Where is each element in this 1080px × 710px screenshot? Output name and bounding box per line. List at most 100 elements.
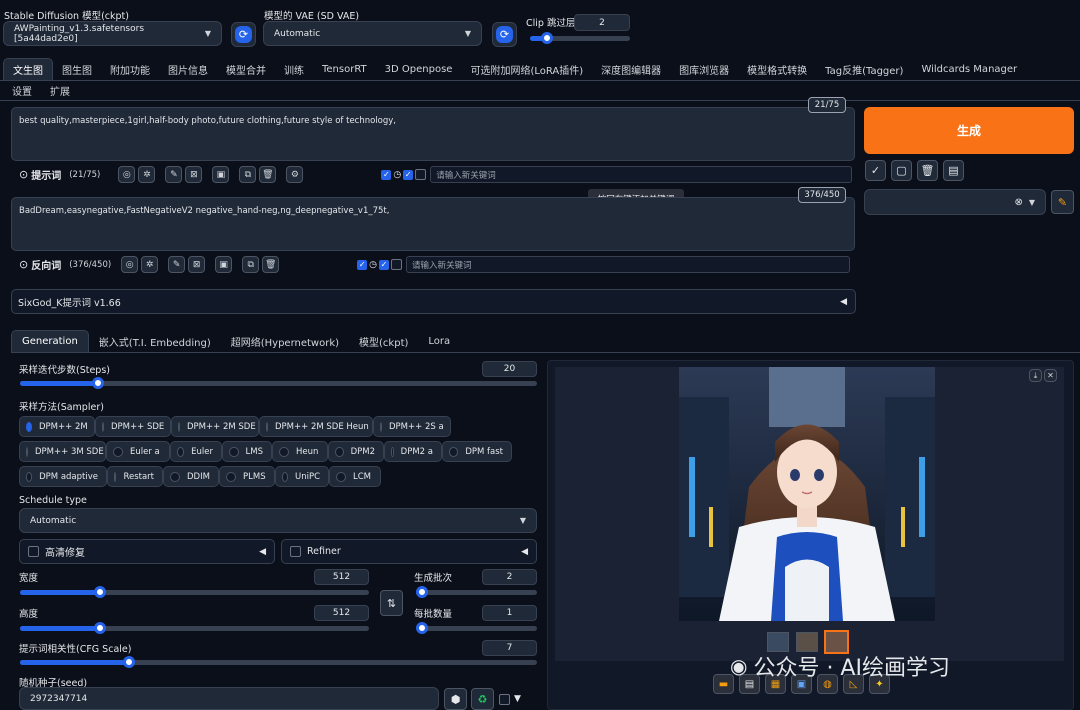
edit-icon[interactable]: ✎ [168, 256, 186, 273]
slider-handle[interactable] [541, 32, 553, 44]
seed-input[interactable]: 2972347714 [19, 687, 439, 710]
sampler-option[interactable]: Restart [107, 466, 163, 487]
globe-icon[interactable]: ◎ [121, 256, 139, 273]
refresh-vae-button[interactable]: ⟳ [492, 22, 517, 47]
negative-prompt-textarea[interactable]: BadDream,easynegative,FastNegativeV2 neg… [11, 197, 855, 251]
steps-slider[interactable] [20, 377, 537, 389]
sampler-option[interactable]: UniPC [275, 466, 329, 487]
sampler-option[interactable]: LMS [222, 441, 272, 462]
sampler-option[interactable]: DDIM [163, 466, 219, 487]
sixgod-accordion[interactable]: SixGod_K提示词 v1.66 ◀ [11, 289, 856, 314]
copy-icon[interactable]: ⧉ [239, 166, 257, 183]
sampler-option[interactable]: DPM++ 2M SDE [171, 416, 259, 437]
bookmark-icon[interactable]: ⊠ [185, 166, 203, 183]
prompt-textarea[interactable]: best quality,masterpiece,1girl,half-body… [11, 107, 855, 161]
checkbox[interactable] [391, 259, 403, 270]
sampler-option[interactable]: DPM fast [442, 441, 512, 462]
trash-icon[interactable]: 🗑 [259, 166, 277, 183]
vae-dropdown[interactable]: Automatic ▼ [263, 21, 482, 46]
schedule-dropdown[interactable]: Automatic ▼ [19, 508, 537, 533]
subtab-3[interactable]: 模型(ckpt) [349, 330, 418, 352]
tab-0[interactable]: 文生图 [3, 58, 53, 80]
extra-seed-checkbox[interactable] [499, 694, 510, 708]
gear-icon[interactable]: ✲ [138, 166, 156, 183]
copy-icon[interactable]: ⧉ [242, 256, 260, 273]
sampler-option[interactable]: Euler a [106, 441, 170, 462]
sampler-option[interactable]: LCM [329, 466, 381, 487]
slider-handle[interactable] [416, 586, 428, 598]
image-icon[interactable]: ▣ [212, 166, 230, 183]
height-slider[interactable] [20, 622, 369, 634]
refiner-checkbox[interactable] [290, 546, 301, 557]
trash-icon[interactable]: 🗑 [917, 160, 938, 181]
tab-12[interactable]: Tag反推(Tagger) [816, 58, 912, 80]
tab-3[interactable]: 图片信息 [159, 58, 217, 80]
tab-4[interactable]: 模型合并 [217, 58, 275, 80]
close-icon[interactable]: ✕ [1044, 369, 1057, 382]
tab-row2-1[interactable]: 扩展 [41, 80, 79, 100]
subtab-4[interactable]: Lora [418, 330, 460, 352]
slider-handle[interactable] [416, 622, 428, 634]
swap-dimensions-icon[interactable]: ⇅ [380, 590, 403, 616]
tab-2[interactable]: 附加功能 [101, 58, 159, 80]
batch-count-value[interactable]: 2 [482, 569, 537, 585]
generate-button[interactable]: 生成 [864, 107, 1074, 154]
sampler-option[interactable]: DPM++ 2S a [373, 416, 451, 437]
batch-size-slider[interactable] [416, 622, 537, 634]
trash-icon[interactable]: 🗑 [262, 256, 280, 273]
keyword-input[interactable]: 请输入新关键词 [430, 166, 853, 183]
bookmark-icon[interactable]: ⊠ [188, 256, 206, 273]
thumbnail-grid[interactable] [767, 632, 789, 652]
sampler-option[interactable]: Heun [272, 441, 328, 462]
sampler-option[interactable]: Euler [170, 441, 222, 462]
tab-7[interactable]: 3D Openpose [376, 58, 462, 80]
checkbox-checked[interactable]: ✓ [403, 169, 414, 180]
thumbnail-1[interactable] [796, 632, 818, 652]
keyword-input[interactable]: 请输入新关键词 [406, 256, 851, 273]
tab-5[interactable]: 训练 [275, 58, 313, 80]
sampler-option[interactable]: DPM++ 2M SDE Heun [259, 416, 373, 437]
dice-icon[interactable]: ⬢ [444, 688, 467, 710]
check-icon[interactable]: ✓ [865, 160, 886, 181]
gear-icon[interactable]: ✲ [141, 256, 159, 273]
clip-skip-slider[interactable] [530, 32, 630, 44]
checkbox-checked[interactable]: ✓ [381, 169, 392, 180]
sampler-option[interactable]: DPM++ 2M [19, 416, 95, 437]
tab-9[interactable]: 深度图编辑器 [592, 58, 670, 80]
clip-skip-value[interactable]: 2 [574, 14, 630, 31]
sampler-option[interactable]: PLMS [219, 466, 275, 487]
subtab-1[interactable]: 嵌入式(T.I. Embedding) [89, 330, 221, 352]
subtab-2[interactable]: 超网络(Hypernetwork) [221, 330, 349, 352]
tab-8[interactable]: 可选附加网络(LoRA插件) [461, 58, 592, 80]
sampler-option[interactable]: DPM++ SDE [95, 416, 171, 437]
tab-10[interactable]: 图库浏览器 [670, 58, 738, 80]
slider-handle[interactable] [94, 622, 107, 634]
batch-count-slider[interactable] [416, 586, 537, 598]
refresh-ckpt-button[interactable]: ⟳ [231, 22, 256, 47]
sampler-option[interactable]: DPM adaptive [19, 466, 107, 487]
clock-icon[interactable]: ◷ [369, 260, 377, 270]
collapse-icon[interactable]: ⊙ [19, 258, 28, 271]
pencil-icon[interactable]: ✎ [1051, 190, 1074, 214]
recycle-icon[interactable]: ♻ [471, 688, 494, 710]
clock-icon[interactable]: ◷ [393, 170, 401, 180]
slider-handle[interactable] [94, 586, 107, 598]
checkbox-checked[interactable]: ✓ [379, 259, 390, 270]
slider-handle[interactable] [91, 377, 104, 389]
generated-image[interactable] [679, 367, 935, 621]
tab-row2-0[interactable]: 设置 [3, 80, 41, 100]
width-slider[interactable] [20, 586, 369, 598]
tab-13[interactable]: Wildcards Manager [912, 58, 1026, 80]
height-value[interactable]: 512 [314, 605, 369, 621]
collapse-icon[interactable]: ⊙ [19, 168, 28, 181]
slider-handle[interactable] [122, 656, 135, 668]
download-icon[interactable]: ⤓ [1029, 369, 1042, 382]
settings-icon[interactable]: ⚙ [286, 166, 304, 183]
subtab-0[interactable]: Generation [11, 330, 89, 352]
checkbox[interactable] [415, 169, 427, 180]
styles-dropdown[interactable]: ⊗ ▼ [864, 189, 1046, 215]
hires-fix-accordion[interactable]: 高清修复 ◀ [19, 539, 275, 564]
checkbox-checked[interactable]: ✓ [357, 259, 368, 270]
square-icon[interactable]: ▢ [891, 160, 912, 181]
ckpt-dropdown[interactable]: AWPainting_v1.3.safetensors [5a44dad2e0]… [3, 21, 222, 46]
